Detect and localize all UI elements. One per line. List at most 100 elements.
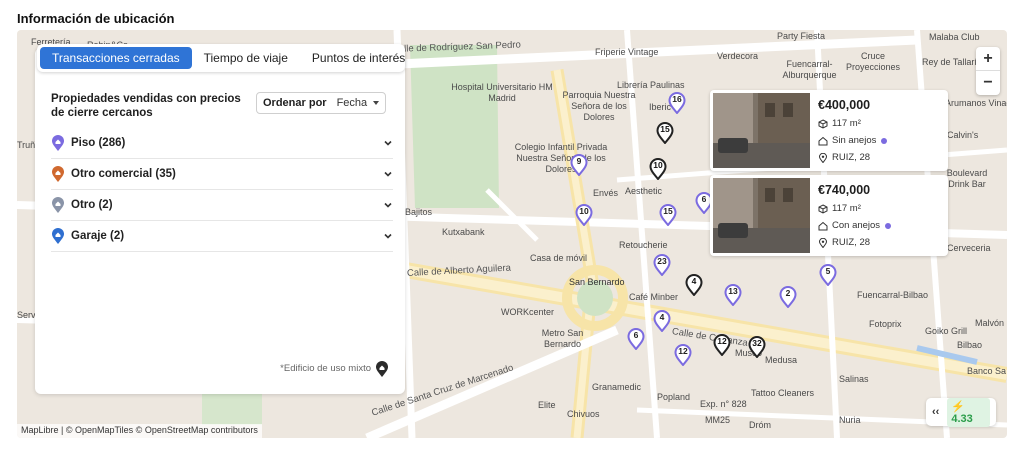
pin-count: 13 <box>728 286 738 296</box>
transactions-panel: Transacciones cerradas Tiempo de viaje P… <box>35 44 405 394</box>
category-label: Garaje (2) <box>71 230 125 242</box>
zoom-controls: + − <box>976 47 1000 95</box>
map-pin[interactable]: 23 <box>653 254 671 277</box>
map-label: Casa de móvil <box>530 253 588 263</box>
sort-label: Ordenar por <box>263 97 327 109</box>
map-label: WORKcenter <box>501 307 555 317</box>
category-row-garaje[interactable]: Garaje (2) <box>51 221 393 252</box>
zoom-out-button[interactable]: − <box>976 71 1000 95</box>
map-label: Party Fiesta <box>777 31 826 41</box>
category-row-piso[interactable]: Piso (286) <box>51 128 393 159</box>
location-pin-icon <box>818 152 828 163</box>
map-label: Rey de Tallarí <box>922 57 977 67</box>
tab-travel-time[interactable]: Tiempo de viaje <box>192 47 300 69</box>
listing-card[interactable]: €400,000 117 m² Sin anejos RUIZ, 28 <box>710 90 948 171</box>
pin-count: 4 <box>691 276 697 286</box>
pin-count: 9 <box>576 156 582 166</box>
map-pin[interactable]: 12 <box>713 334 731 357</box>
map-pin[interactable]: 9 <box>570 154 588 177</box>
map-label: Malvón <box>975 318 1005 328</box>
chevron-down-icon <box>384 233 392 239</box>
map-pin[interactable]: 10 <box>649 158 667 181</box>
map-label: Café Minber <box>629 292 679 302</box>
map-label: Calvin's <box>947 130 979 140</box>
listing-annex-value: Sin anejos <box>832 135 877 146</box>
home-icon <box>818 136 828 145</box>
location-pin-icon <box>818 237 828 248</box>
map-label: Aesthetic <box>625 186 663 196</box>
map-label: Goiko Grill <box>925 326 968 336</box>
map-label: Bajitos <box>405 207 433 217</box>
map-label: Cruce Proyecciones <box>845 51 901 72</box>
map-label: MM25 <box>705 415 731 425</box>
status-dot <box>885 222 892 229</box>
map-label: Librería Paulinas <box>617 80 685 90</box>
map-label: Retoucherie <box>619 240 668 250</box>
pin-other-icon <box>52 196 64 213</box>
listing-price: €740,000 <box>818 183 871 197</box>
map-label: Parroquia Nuestra Señora de los Dolores <box>562 90 636 122</box>
caret-down-icon <box>373 101 379 105</box>
listing-card[interactable]: €740,000 117 m² Con anejos RUIZ, 28 <box>710 175 948 256</box>
cube-icon <box>818 118 828 129</box>
pin-garage-icon <box>52 227 64 244</box>
pin-count: 32 <box>752 338 762 348</box>
map-label: Fuencarral-Bilbao <box>857 290 929 300</box>
listing-area: 117 m² <box>818 203 861 214</box>
map-label: Hospital Universitario HM Madrid <box>451 82 553 103</box>
section-title: Información de ubicación <box>17 11 175 26</box>
sort-dropdown[interactable]: Ordenar por Fecha <box>256 92 386 114</box>
map-label: Exp. n° 828 <box>700 399 747 409</box>
map[interactable]: Ferretería Robin&Co Calle de Rodríguez S… <box>17 30 1007 438</box>
map-pin[interactable]: 15 <box>659 204 677 227</box>
map-label: Nuria <box>839 415 861 425</box>
category-row-otro-comercial[interactable]: Otro comercial (35) <box>51 159 393 190</box>
map-pin[interactable]: 16 <box>668 92 686 115</box>
tab-points-of-interest[interactable]: Puntos de interés <box>300 47 417 69</box>
listing-photo <box>713 93 810 168</box>
map-label: Verdecora <box>717 51 759 61</box>
map-pin[interactable]: 13 <box>724 284 742 307</box>
map-pin[interactable]: 4 <box>685 274 703 297</box>
map-label: Popland <box>657 392 691 402</box>
pin-count: 6 <box>633 330 639 340</box>
map-pin[interactable]: 5 <box>819 264 837 287</box>
map-label: Fotoprix <box>869 319 902 329</box>
map-label: Malaba Club <box>929 32 980 42</box>
map-attribution[interactable]: MapLibre | © OpenMapTiles © OpenStreetMa… <box>17 424 262 438</box>
chevron-down-icon <box>384 140 392 146</box>
map-label: Medusa <box>765 355 798 365</box>
category-label: Otro (2) <box>71 199 113 211</box>
map-pin[interactable]: 15 <box>656 122 674 145</box>
category-row-otro[interactable]: Otro (2) <box>51 190 393 221</box>
panel-heading: Propiedades vendidas con precios de cier… <box>51 93 241 119</box>
pin-count: 12 <box>678 346 688 356</box>
pin-count: 5 <box>825 266 831 276</box>
zoom-in-button[interactable]: + <box>976 47 1000 71</box>
score-widget[interactable]: ‹‹ ⚡ 4.33 <box>926 397 996 427</box>
pin-count: 12 <box>717 336 727 346</box>
listing-area: 117 m² <box>818 118 861 129</box>
map-pin[interactable]: 32 <box>748 336 766 359</box>
map-label: Elite <box>538 400 556 410</box>
map-pin[interactable]: 6 <box>627 328 645 351</box>
listing-annex: Con anejos <box>818 220 892 231</box>
map-pin[interactable]: 12 <box>674 344 692 367</box>
map-label: Bilbao <box>957 340 983 350</box>
tab-closed-transactions[interactable]: Transacciones cerradas <box>40 47 192 69</box>
collapse-button[interactable]: ‹‹ <box>932 406 939 418</box>
street-photo-image <box>713 178 810 253</box>
map-label: Metro San Bernardo <box>541 328 584 349</box>
pin-count: 15 <box>663 206 673 216</box>
listing-area-value: 117 m² <box>832 118 861 129</box>
listing-address: RUIZ, 28 <box>818 237 870 248</box>
map-pin[interactable]: 4 <box>653 310 671 333</box>
map-pin[interactable]: 2 <box>779 286 797 309</box>
chevron-down-icon <box>384 171 392 177</box>
status-dot <box>881 137 888 144</box>
map-pin[interactable]: 10 <box>575 204 593 227</box>
listing-address: RUIZ, 28 <box>818 152 870 163</box>
mixed-use-footnote: *Edificio de uso mixto <box>280 363 371 374</box>
cube-icon <box>818 203 828 214</box>
map-label: Chivuos <box>567 409 600 419</box>
